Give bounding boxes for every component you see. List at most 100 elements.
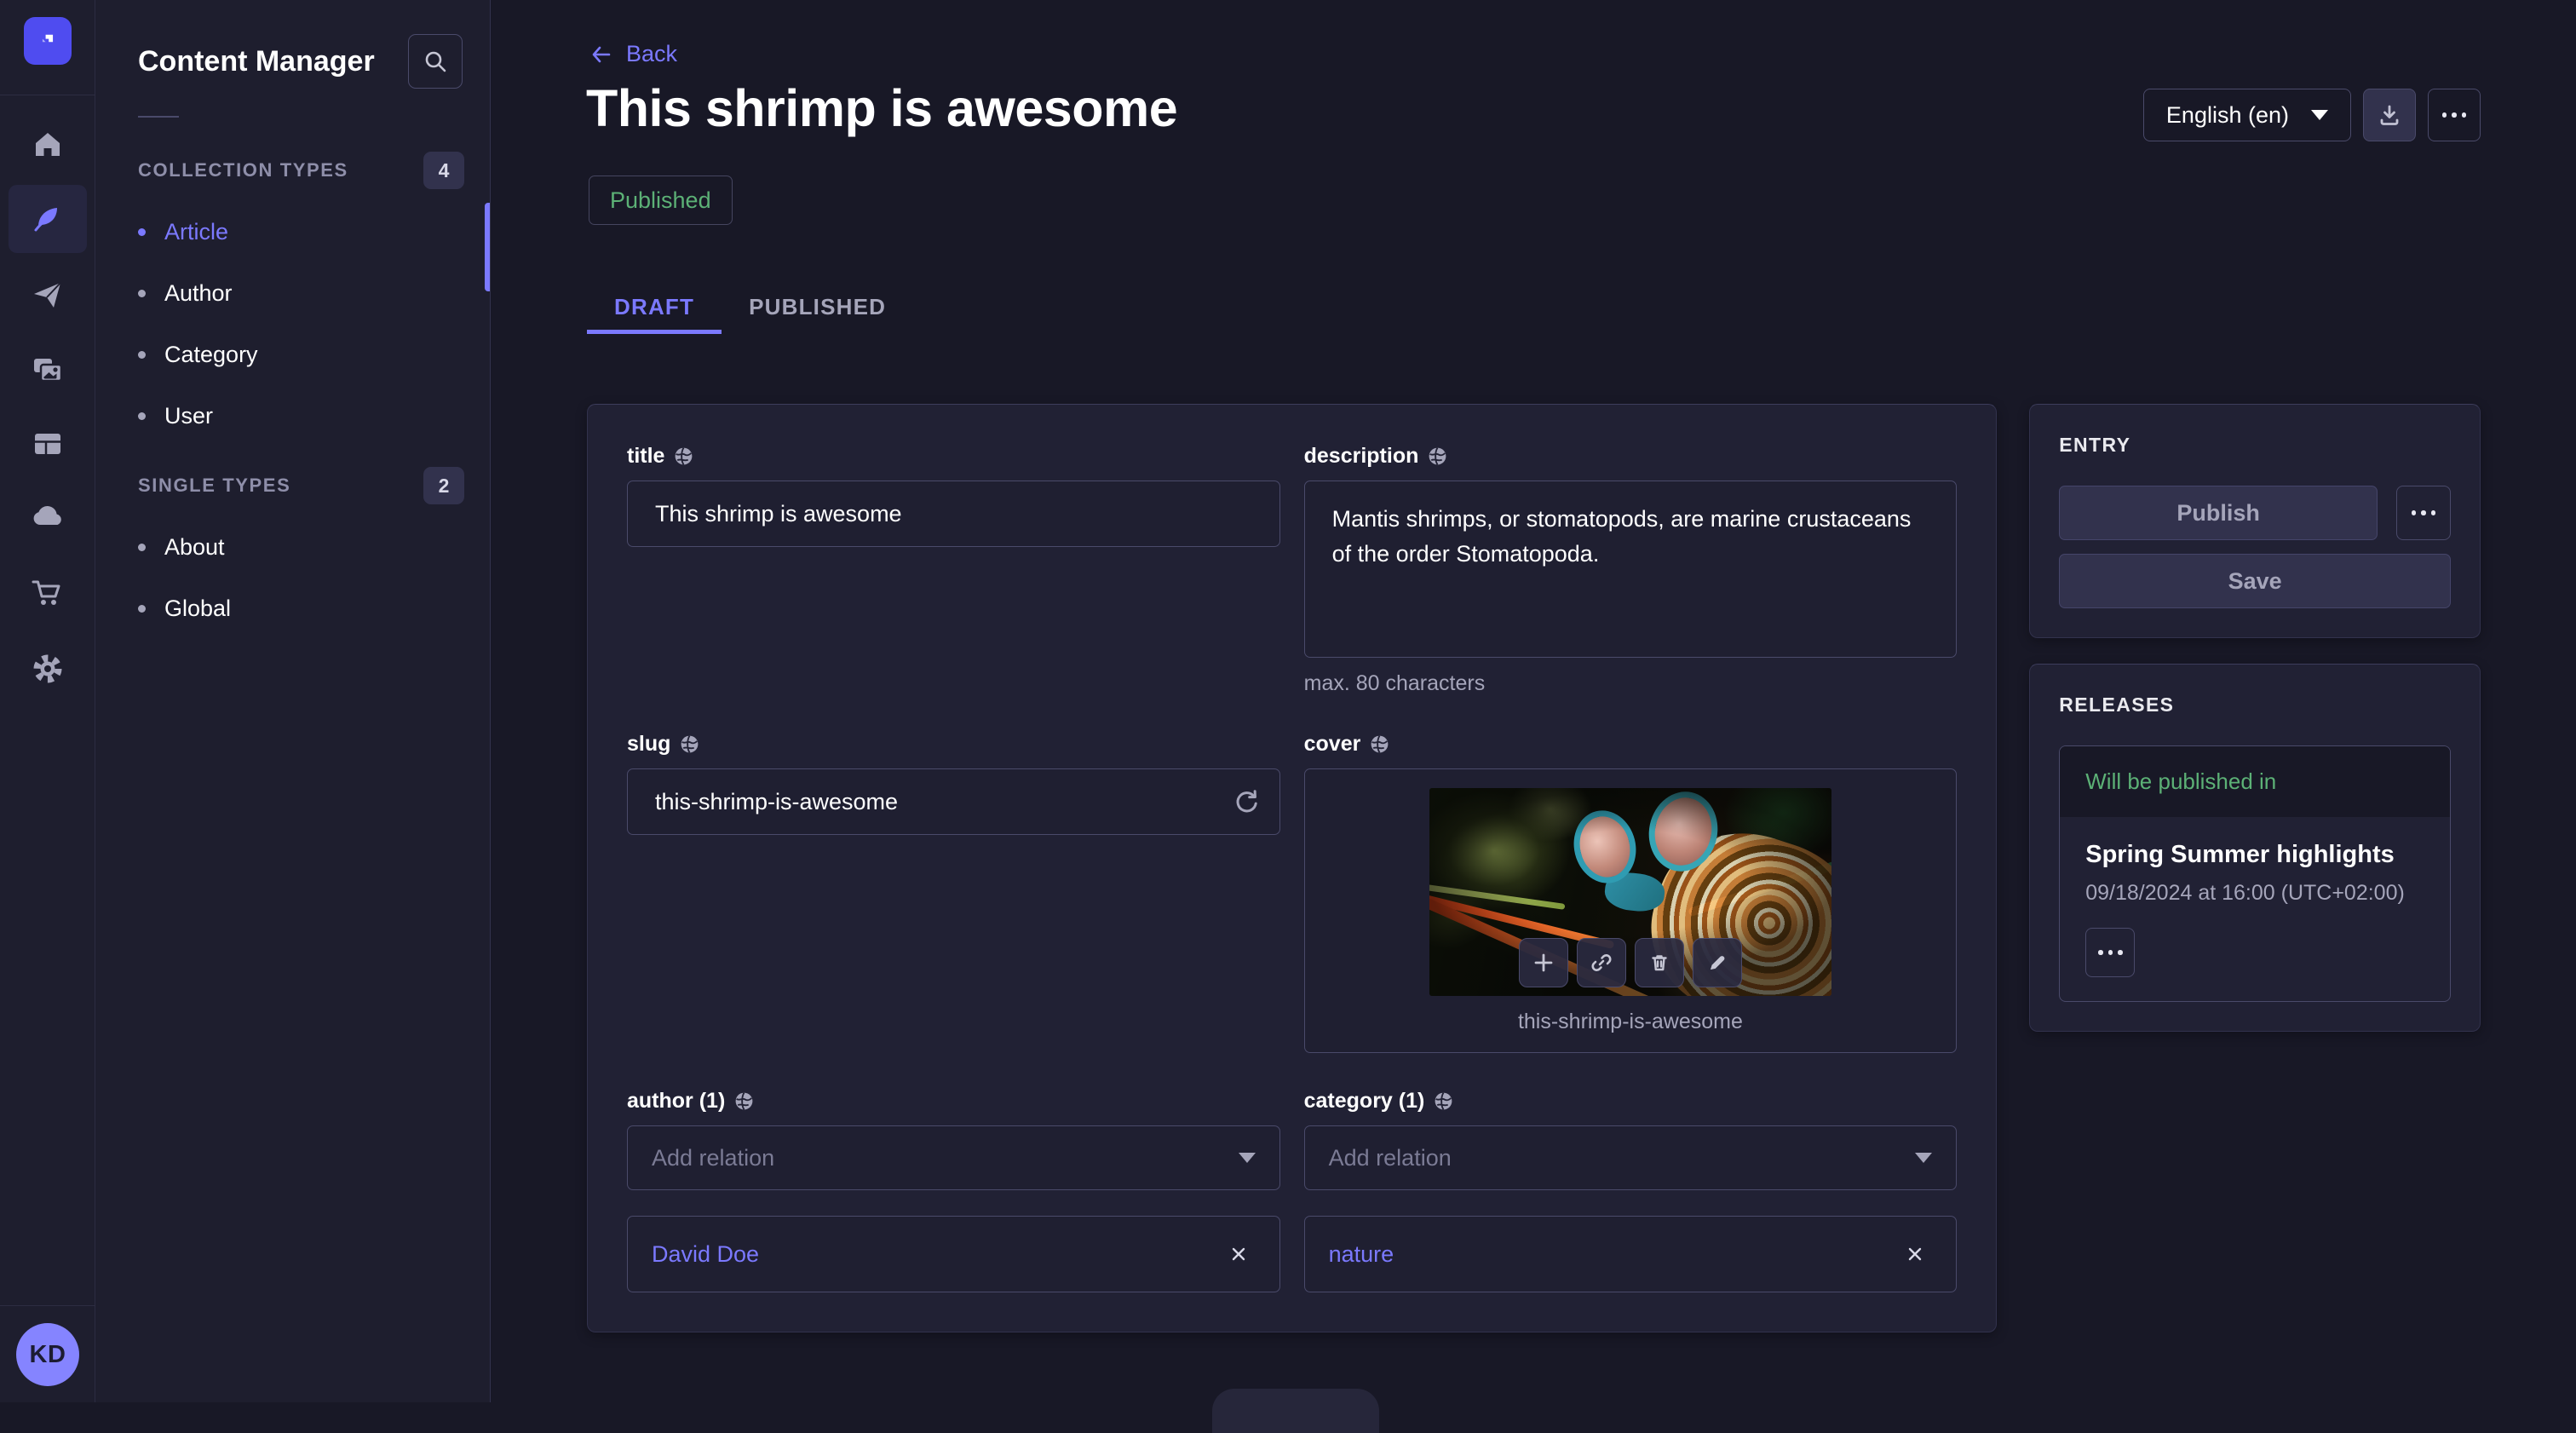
globe-icon: [1427, 446, 1448, 467]
locale-value: English (en): [2166, 102, 2289, 129]
author-field: author (1) Add relation David Doe: [627, 1089, 1280, 1292]
refresh-icon: [1233, 788, 1260, 815]
entry-more-button[interactable]: [2396, 486, 2451, 540]
tab-published[interactable]: PUBLISHED: [722, 283, 913, 331]
back-label: Back: [626, 41, 677, 67]
main-nav: KD: [0, 0, 95, 1402]
content-manager-subnav: Content Manager COLLECTION TYPES 4 Artic…: [95, 0, 491, 1402]
regenerate-slug-button[interactable]: [1233, 788, 1260, 820]
release-status: Will be published in: [2060, 746, 2450, 817]
bullet-icon: [138, 290, 146, 297]
more-horizontal-icon: [2442, 112, 2467, 118]
globe-icon: [673, 446, 694, 467]
add-media-button[interactable]: [1519, 938, 1568, 987]
sidebar-item-label: Category: [164, 342, 258, 368]
remove-author-relation-button[interactable]: [1222, 1237, 1256, 1271]
chevron-down-icon: [2311, 110, 2328, 120]
cover-caption: this-shrimp-is-awesome: [1518, 1010, 1743, 1034]
sidebar-item-cloud[interactable]: [9, 484, 87, 552]
strapi-logo-icon: [33, 26, 62, 55]
globe-icon: [1369, 734, 1390, 755]
bullet-icon: [138, 228, 146, 236]
author-relation-link[interactable]: David Doe: [652, 1241, 759, 1268]
releases-panel: RELEASES Will be published in Spring Sum…: [2029, 664, 2481, 1032]
shopping-cart-icon: [29, 574, 66, 612]
bullet-icon: [138, 544, 146, 551]
paper-plane-icon: [29, 277, 66, 314]
publish-button[interactable]: Publish: [2059, 486, 2378, 540]
category-relation-select[interactable]: Add relation: [1304, 1125, 1958, 1190]
title-field: title: [627, 444, 1280, 696]
release-name: Spring Summer highlights: [2085, 841, 2424, 869]
release-date: 09/18/2024 at 16:00 (UTC+02:00): [2085, 881, 2424, 906]
release-card: Will be published in Spring Summer highl…: [2059, 745, 2451, 1002]
sidebar-item-settings[interactable]: [9, 635, 87, 703]
bullet-icon: [138, 605, 146, 613]
cover-field-label: cover: [1304, 732, 1361, 757]
sidebar-item-article[interactable]: Article: [95, 201, 490, 262]
slug-field-label: slug: [627, 732, 670, 757]
strapi-logo[interactable]: [24, 17, 72, 65]
more-horizontal-icon: [2098, 950, 2123, 955]
sidebar-item-category[interactable]: Category: [95, 324, 490, 385]
sidebar-item-home[interactable]: [9, 111, 87, 179]
page-title: This shrimp is awesome: [586, 78, 1177, 138]
slug-field: slug: [627, 732, 1280, 1053]
sidebar-item-label: Author: [164, 280, 233, 307]
collection-types-section: COLLECTION TYPES 4 Article Author Catego…: [95, 150, 490, 446]
sidebar-item-content-type-builder[interactable]: [9, 410, 87, 478]
avatar[interactable]: KD: [16, 1323, 79, 1386]
sidebar-item-releases[interactable]: [9, 262, 87, 330]
release-more-button[interactable]: [2085, 928, 2135, 977]
download-icon: [2377, 102, 2402, 128]
locale-select[interactable]: English (en): [2143, 89, 2351, 141]
sidebar-item-label: About: [164, 534, 225, 561]
header-more-button[interactable]: [2428, 89, 2481, 141]
nav-bottom-divider: [0, 1305, 95, 1306]
feather-icon: [29, 200, 66, 238]
entry-panel: ENTRY Publish Save: [2029, 404, 2481, 638]
category-relation-placeholder: Add relation: [1329, 1145, 1452, 1171]
bullet-icon: [138, 412, 146, 420]
search-button[interactable]: [408, 34, 463, 89]
category-relation-link[interactable]: nature: [1329, 1241, 1394, 1268]
save-button[interactable]: Save: [2059, 554, 2451, 608]
search-icon: [423, 49, 448, 74]
edit-media-button[interactable]: [1693, 938, 1742, 987]
sidebar-item-author[interactable]: Author: [95, 262, 490, 324]
sidebar-item-about[interactable]: About: [95, 516, 490, 578]
subnav-divider: [138, 116, 179, 118]
sidebar-item-media-library[interactable]: [9, 336, 87, 404]
delete-media-button[interactable]: [1635, 938, 1684, 987]
copy-link-button[interactable]: [1577, 938, 1626, 987]
sidebar-item-marketplace[interactable]: [9, 559, 87, 627]
slug-input[interactable]: [627, 768, 1280, 835]
active-item-indicator: [485, 203, 490, 291]
home-icon: [29, 126, 66, 164]
side-column: ENTRY Publish Save RELEASES Will be publ…: [2029, 404, 2481, 1032]
category-field: category (1) Add relation nature: [1304, 1089, 1958, 1292]
cover-toolbar: [1519, 938, 1742, 987]
sidebar-item-content-manager[interactable]: [9, 185, 87, 253]
title-input[interactable]: [627, 481, 1280, 547]
sidebar-item-label: User: [164, 403, 213, 429]
link-icon: [1590, 951, 1613, 975]
sidebar-item-user[interactable]: User: [95, 385, 490, 446]
author-relation-select[interactable]: Add relation: [627, 1125, 1280, 1190]
layout-icon: [29, 425, 66, 463]
sidebar-item-global[interactable]: Global: [95, 578, 490, 639]
collection-types-count-badge: 4: [423, 152, 464, 189]
description-textarea[interactable]: Mantis shrimps, or stomatopods, are mari…: [1304, 481, 1958, 658]
back-link[interactable]: Back: [589, 41, 677, 67]
export-button[interactable]: [2363, 89, 2416, 141]
title-field-label: title: [627, 444, 664, 469]
plus-icon: [1532, 951, 1555, 975]
sidebar-item-label: Global: [164, 596, 231, 622]
description-hint: max. 80 characters: [1304, 671, 1486, 696]
remove-category-relation-button[interactable]: [1898, 1237, 1932, 1271]
globe-icon: [733, 1091, 755, 1112]
tab-draft[interactable]: DRAFT: [587, 283, 722, 331]
cover-image: [1429, 788, 1831, 996]
releases-panel-title: RELEASES: [2059, 693, 2451, 716]
cover-media-card: this-shrimp-is-awesome: [1304, 768, 1958, 1053]
